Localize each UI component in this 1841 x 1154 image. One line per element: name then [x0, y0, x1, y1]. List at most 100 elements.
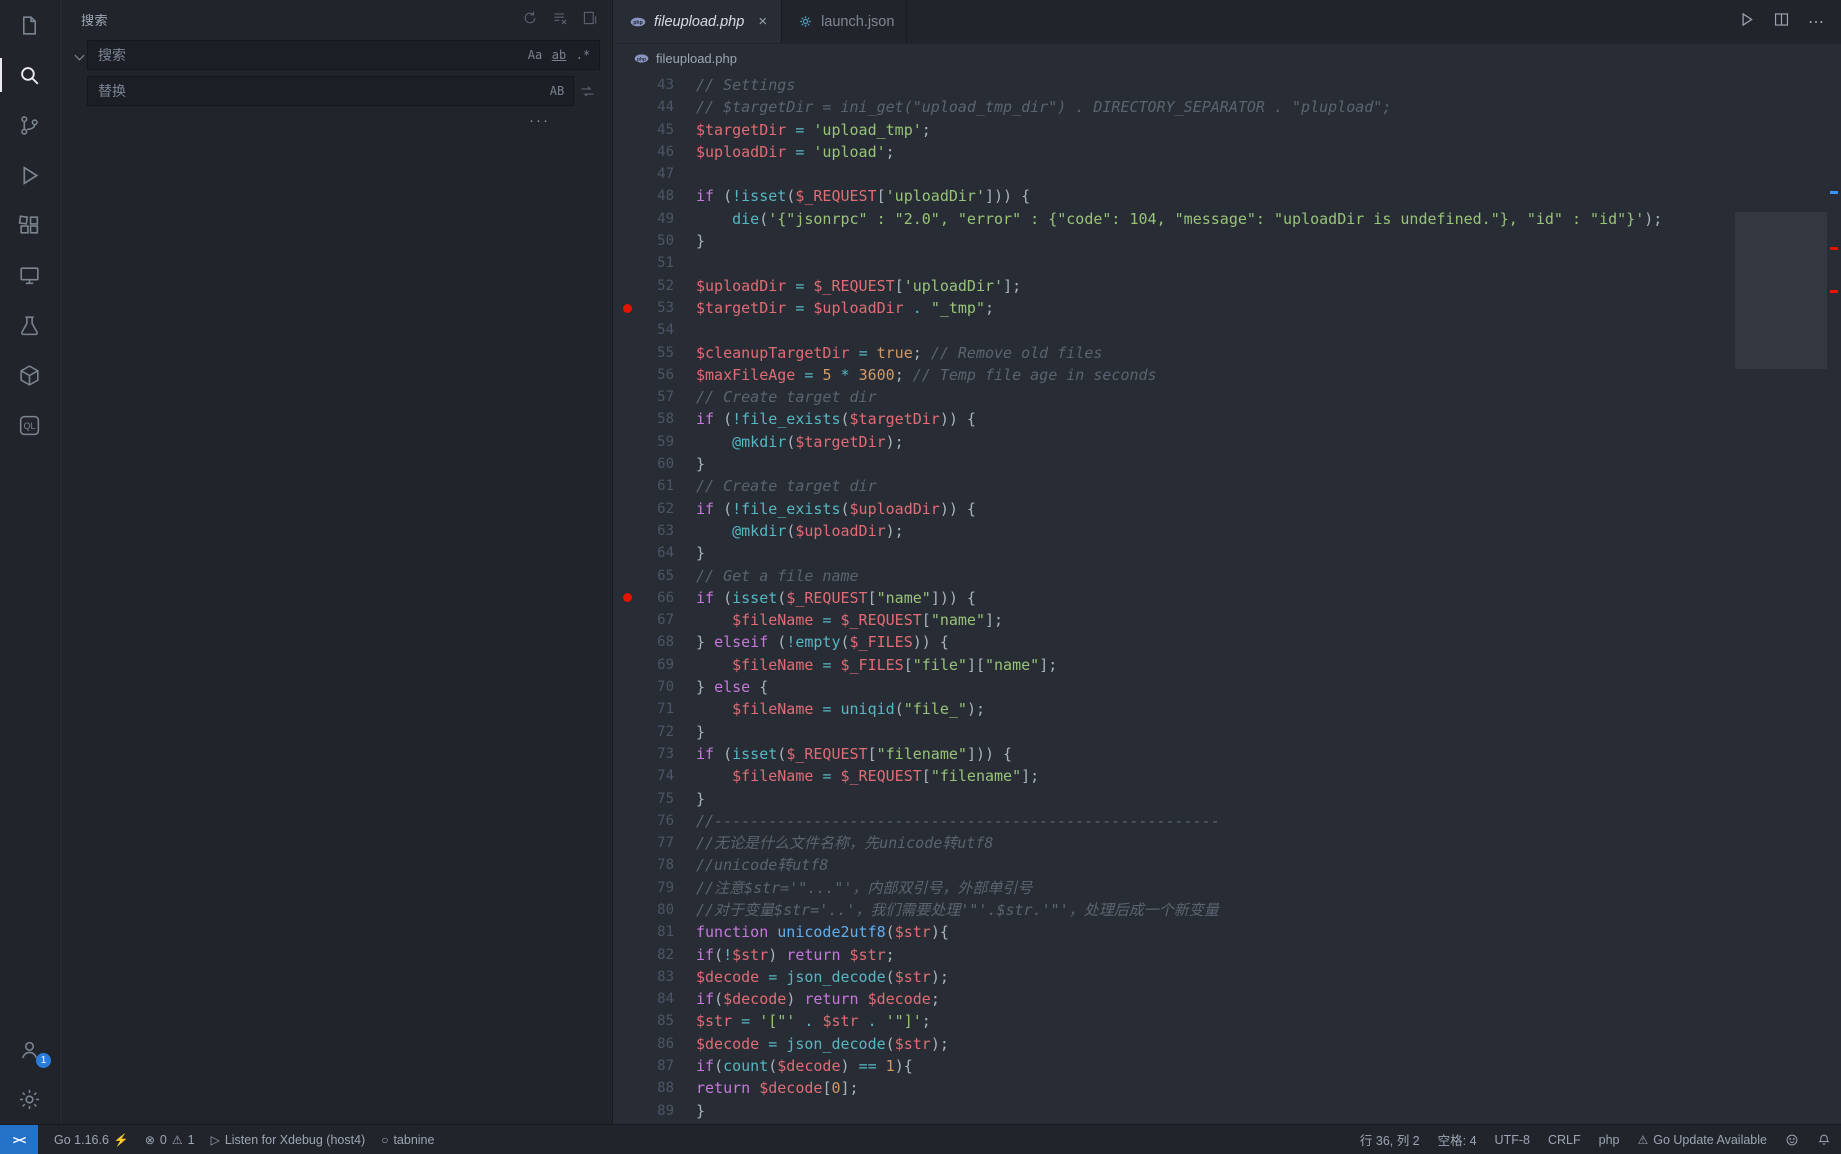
status-go-version[interactable]: Go 1.16.6⚡ — [54, 1133, 129, 1147]
breakpoint-gutter[interactable] — [614, 119, 640, 141]
code-line[interactable]: 75} — [614, 788, 1735, 810]
breakpoint-gutter[interactable] — [614, 96, 640, 118]
status-tabnine[interactable]: ○tabnine — [381, 1133, 434, 1147]
code-line[interactable]: 58if (!file_exists($targetDir)) { — [614, 408, 1735, 430]
breakpoint-gutter[interactable] — [614, 1033, 640, 1055]
breakpoint-gutter[interactable] — [614, 1055, 640, 1077]
breakpoint-gutter[interactable] — [614, 1100, 640, 1122]
code-line[interactable]: 80//对于变量$str='..'，我们需要处理'"'.$str.'"'，处理后… — [614, 899, 1735, 921]
code-line[interactable]: 84if($decode) return $decode; — [614, 988, 1735, 1010]
replace-input[interactable] — [96, 82, 545, 100]
minimap-slider[interactable] — [1735, 212, 1827, 369]
breakpoint-gutter[interactable] — [614, 877, 640, 899]
breakpoint-gutter[interactable] — [614, 74, 640, 96]
code-line[interactable]: 70} else { — [614, 676, 1735, 698]
breakpoint-gutter[interactable] — [614, 230, 640, 252]
extensions-icon[interactable] — [0, 200, 59, 250]
code-line[interactable]: 83$decode = json_decode($str); — [614, 966, 1735, 988]
code-line[interactable]: 66if (isset($_REQUEST["name"])) { — [614, 587, 1735, 609]
tab-fileupload-php[interactable]: php fileupload.php × — [614, 0, 782, 43]
code-line[interactable]: 79//注意$str='"..."'，内部双引号，外部单引号 — [614, 877, 1735, 899]
code-line[interactable]: 54 — [614, 319, 1735, 341]
code-line[interactable]: 86$decode = json_decode($str); — [614, 1033, 1735, 1055]
breakpoint-gutter[interactable] — [614, 275, 640, 297]
code-line[interactable]: 82if(!$str) return $str; — [614, 944, 1735, 966]
more-actions-icon[interactable]: ⋯ — [1808, 12, 1825, 32]
breakpoint-gutter[interactable] — [614, 408, 640, 430]
search-icon[interactable] — [0, 50, 59, 100]
code-line[interactable]: 49 die('{"jsonrpc" : "2.0", "error" : {"… — [614, 208, 1735, 230]
run-debug-icon[interactable] — [0, 150, 59, 200]
code-line[interactable]: 89} — [614, 1100, 1735, 1122]
breakpoint-gutter[interactable] — [614, 788, 640, 810]
breakpoint-gutter[interactable] — [614, 252, 640, 274]
code-line[interactable]: 77//无论是什么文件名称，先unicode转utf8 — [614, 832, 1735, 854]
status-language[interactable]: php — [1599, 1133, 1620, 1147]
status-eol[interactable]: CRLF — [1548, 1133, 1581, 1147]
breakpoint-gutter[interactable] — [614, 319, 640, 341]
breakpoint-gutter[interactable] — [614, 944, 640, 966]
tab-close-icon[interactable]: × — [756, 13, 769, 30]
code-line[interactable]: 74 $fileName = $_REQUEST["filename"]; — [614, 765, 1735, 787]
code-line[interactable]: 73if (isset($_REQUEST["filename"])) { — [614, 743, 1735, 765]
code-line[interactable]: 55$cleanupTargetDir = true; // Remove ol… — [614, 342, 1735, 364]
accounts-icon[interactable]: 1 — [0, 1024, 59, 1074]
breakpoint-gutter[interactable] — [614, 810, 640, 832]
whole-word-toggle[interactable]: ab — [547, 44, 571, 66]
breakpoint-gutter[interactable] — [614, 966, 640, 988]
split-editor-icon[interactable] — [1773, 11, 1790, 33]
breakpoint-gutter[interactable] — [614, 832, 640, 854]
breakpoint-gutter[interactable] — [614, 1077, 640, 1099]
status-encoding[interactable]: UTF-8 — [1495, 1133, 1530, 1147]
breakpoint-gutter[interactable] — [614, 765, 640, 787]
breakpoint-dot[interactable] — [614, 587, 640, 609]
testing-icon[interactable] — [0, 300, 59, 350]
minimap[interactable] — [1735, 72, 1827, 1124]
code-line[interactable]: 71 $fileName = uniqid("file_"); — [614, 698, 1735, 720]
remote-explorer-icon[interactable] — [0, 250, 59, 300]
code-line[interactable]: 78//unicode转utf8 — [614, 854, 1735, 876]
breakpoint-gutter[interactable] — [614, 721, 640, 743]
breakpoint-gutter[interactable] — [614, 342, 640, 364]
breakpoint-gutter[interactable] — [614, 676, 640, 698]
breakpoint-gutter[interactable] — [614, 609, 640, 631]
breakpoint-gutter[interactable] — [614, 565, 640, 587]
code-line[interactable]: 52$uploadDir = $_REQUEST['uploadDir']; — [614, 275, 1735, 297]
code-lines[interactable]: 43// Settings44// $targetDir = ini_get("… — [614, 74, 1735, 1124]
replace-all-icon[interactable] — [574, 83, 600, 100]
code-line[interactable]: 68} elseif (!empty($_FILES)) { — [614, 631, 1735, 653]
breakpoint-gutter[interactable] — [614, 453, 640, 475]
toggle-replace-chevron-icon[interactable] — [71, 40, 87, 129]
breakpoint-gutter[interactable] — [614, 185, 640, 207]
breakpoint-gutter[interactable] — [614, 141, 640, 163]
breadcrumb[interactable]: php fileupload.php — [614, 44, 1841, 72]
breakpoint-gutter[interactable] — [614, 631, 640, 653]
code-line[interactable]: 72} — [614, 721, 1735, 743]
refresh-icon[interactable] — [522, 10, 538, 29]
code-line[interactable]: 63 @mkdir($uploadDir); — [614, 520, 1735, 542]
open-search-editor-icon[interactable] — [582, 10, 598, 29]
breakpoint-gutter[interactable] — [614, 498, 640, 520]
search-input[interactable] — [96, 46, 523, 64]
code-line[interactable]: 76//------------------------------------… — [614, 810, 1735, 832]
status-indentation[interactable]: 空格: 4 — [1438, 1130, 1477, 1149]
status-xdebug[interactable]: ▷Listen for Xdebug (host4) — [211, 1133, 366, 1147]
clear-search-results-icon[interactable] — [552, 10, 568, 29]
breakpoint-gutter[interactable] — [614, 899, 640, 921]
notifications-bell-icon[interactable] — [1817, 1133, 1831, 1147]
code-line[interactable]: 64} — [614, 542, 1735, 564]
breakpoint-gutter[interactable] — [614, 542, 640, 564]
run-debug-file-icon[interactable] — [1738, 11, 1755, 33]
status-go-update[interactable]: ⚠Go Update Available — [1637, 1133, 1767, 1147]
code-line[interactable]: 59 @mkdir($targetDir); — [614, 431, 1735, 453]
breakpoint-dot[interactable] — [614, 297, 640, 319]
breakpoint-gutter[interactable] — [614, 1010, 640, 1032]
code-line[interactable]: 50} — [614, 230, 1735, 252]
breakpoint-gutter[interactable] — [614, 520, 640, 542]
code-line[interactable]: 61// Create target dir — [614, 475, 1735, 497]
preserve-case-toggle[interactable]: AB — [545, 80, 569, 102]
settings-gear-icon[interactable] — [0, 1074, 59, 1124]
code-line[interactable]: 43// Settings — [614, 74, 1735, 96]
code-line[interactable]: 67 $fileName = $_REQUEST["name"]; — [614, 609, 1735, 631]
explorer-icon[interactable] — [0, 0, 59, 50]
